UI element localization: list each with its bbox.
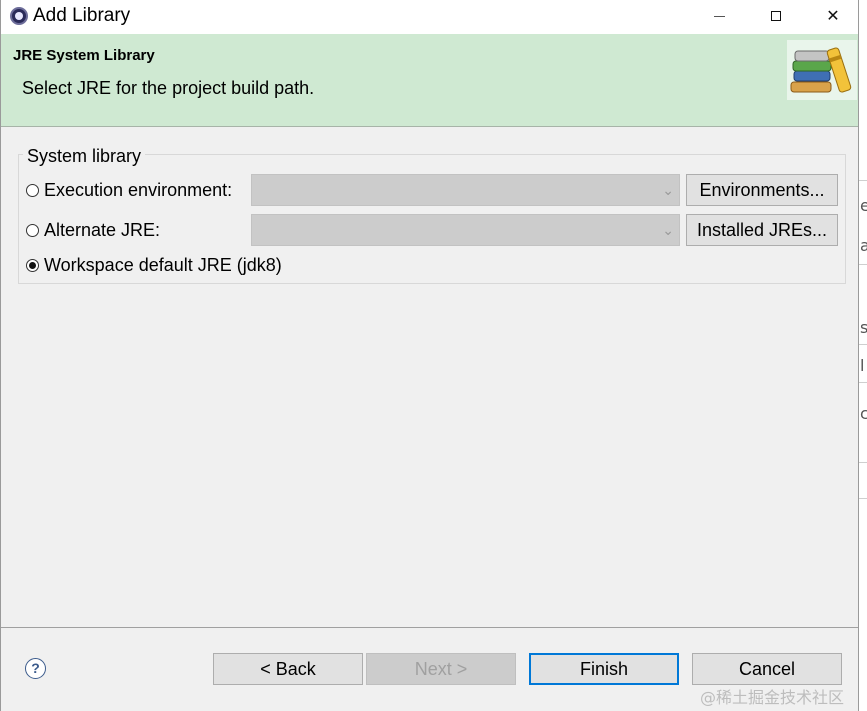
background-glyph: a <box>860 236 867 255</box>
eclipse-app-icon <box>10 7 28 25</box>
chevron-down-icon: ⌄ <box>662 183 674 199</box>
background-glyph: c <box>860 404 867 423</box>
system-library-legend: System library <box>23 146 146 167</box>
installed-jres-button[interactable]: Installed JREs... <box>686 214 838 246</box>
minimize-icon <box>713 15 725 17</box>
workspace-default-jre-label: Workspace default JRE (jdk8) <box>44 255 282 275</box>
maximize-button[interactable] <box>753 0 799 32</box>
workspace-default-jre-radio[interactable] <box>26 259 39 272</box>
watermark: @稀土掘金技术社区 <box>700 688 845 707</box>
window-title: Add Library <box>33 5 131 26</box>
execution-environment-label: Execution environment: <box>44 180 233 200</box>
next-button[interactable]: Next > <box>366 653 516 685</box>
environments-button[interactable]: Environments... <box>686 174 838 206</box>
back-button[interactable]: < Back <box>213 653 363 685</box>
library-books-icon <box>787 40 857 100</box>
execution-environment-combo[interactable]: ⌄ <box>251 174 680 206</box>
footer-separator <box>1 627 858 628</box>
banner-message: Select JRE for the project build path. <box>22 78 315 98</box>
wizard-banner: JRE System Library Select JRE for the pr… <box>1 34 858 127</box>
background-glyph: s <box>860 318 867 337</box>
maximize-icon <box>771 11 781 21</box>
cancel-button[interactable]: Cancel <box>692 653 842 685</box>
help-icon[interactable]: ? <box>25 658 46 679</box>
finish-button[interactable]: Finish <box>529 653 679 685</box>
title-bar: Add Library ✕ <box>1 0 858 34</box>
banner-title: JRE System Library <box>13 47 155 64</box>
background-window-edge: e a s l c <box>858 0 867 711</box>
alternate-jre-radio[interactable] <box>26 224 39 237</box>
close-icon: ✕ <box>826 6 840 25</box>
close-button[interactable]: ✕ <box>810 0 856 32</box>
add-library-dialog: Add Library ✕ JRE System Library Select … <box>0 0 859 711</box>
background-glyph: l <box>860 356 865 375</box>
chevron-down-icon: ⌄ <box>662 223 674 239</box>
minimize-button[interactable] <box>696 0 742 32</box>
alternate-jre-label: Alternate JRE: <box>44 220 161 240</box>
alternate-jre-combo[interactable]: ⌄ <box>251 214 680 246</box>
execution-environment-radio[interactable] <box>26 184 39 197</box>
background-glyph: e <box>860 196 867 215</box>
